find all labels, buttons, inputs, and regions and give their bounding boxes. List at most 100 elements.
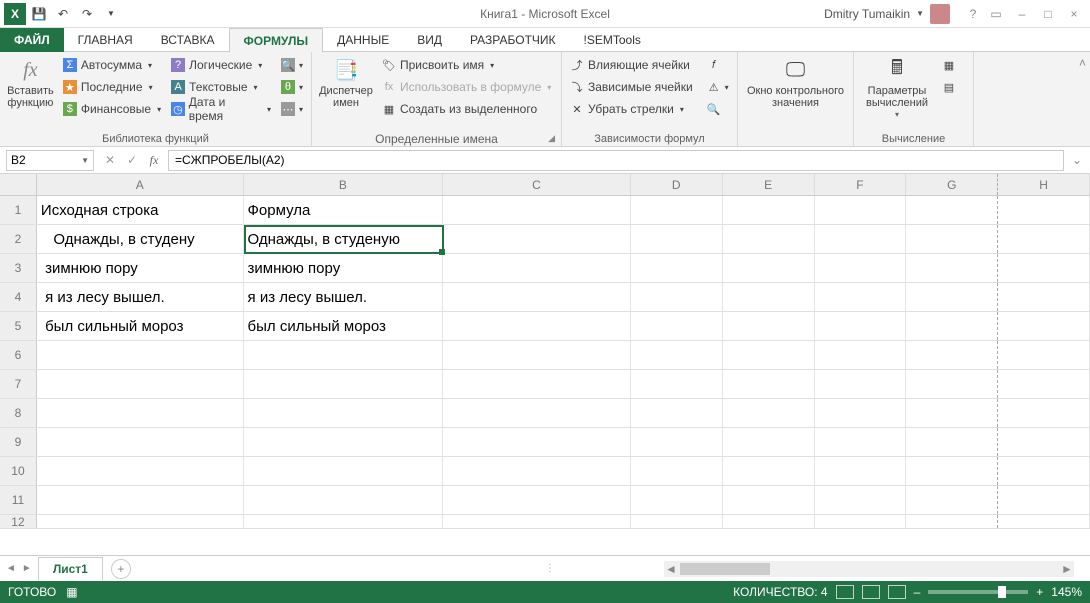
row-header-4[interactable]: 4: [0, 283, 37, 311]
tab-semtools[interactable]: !SEMTools: [570, 28, 655, 52]
cell[interactable]: [37, 428, 244, 456]
cell[interactable]: я из лесу вышел.: [244, 283, 444, 311]
cell[interactable]: [723, 399, 815, 427]
cell[interactable]: [723, 370, 815, 398]
cell[interactable]: [37, 486, 244, 514]
cancel-formula-icon[interactable]: ✕: [100, 150, 120, 170]
cell[interactable]: [998, 341, 1090, 369]
cell[interactable]: [244, 515, 444, 528]
show-formulas-button[interactable]: 𝑓: [703, 54, 733, 76]
cell[interactable]: Однажды, в студену: [37, 225, 244, 253]
tab-formulas[interactable]: ФОРМУЛЫ: [229, 28, 324, 52]
cell[interactable]: [815, 225, 907, 253]
cell[interactable]: [244, 370, 444, 398]
cell[interactable]: [906, 283, 998, 311]
add-sheet-button[interactable]: +: [111, 559, 131, 579]
cell[interactable]: [631, 486, 723, 514]
accept-formula-icon[interactable]: ✓: [122, 150, 142, 170]
cell[interactable]: [244, 457, 444, 485]
insert-fx-icon[interactable]: fx: [144, 150, 164, 170]
cell[interactable]: [631, 196, 723, 224]
view-page-break-icon[interactable]: [888, 585, 906, 599]
cell[interactable]: [631, 225, 723, 253]
view-normal-icon[interactable]: [836, 585, 854, 599]
cell[interactable]: [906, 486, 998, 514]
tab-developer[interactable]: РАЗРАБОТЧИК: [456, 28, 570, 52]
cell[interactable]: [631, 283, 723, 311]
cell[interactable]: [906, 312, 998, 340]
cell[interactable]: я из лесу вышел.: [37, 283, 244, 311]
cell[interactable]: [815, 428, 907, 456]
cell[interactable]: [631, 515, 723, 528]
cell[interactable]: [723, 225, 815, 253]
horizontal-scrollbar[interactable]: ◄ ►: [664, 561, 1074, 577]
row-header-12[interactable]: 12: [0, 515, 37, 528]
cell[interactable]: [998, 254, 1090, 282]
cell[interactable]: [244, 486, 444, 514]
row-header-2[interactable]: 2: [0, 225, 37, 253]
cell[interactable]: [443, 486, 631, 514]
col-header-H[interactable]: H: [998, 174, 1090, 195]
name-box-dropdown-icon[interactable]: ▼: [81, 156, 89, 165]
financial-button[interactable]: $Финансовые▾: [59, 98, 165, 120]
cell[interactable]: [998, 312, 1090, 340]
cell[interactable]: [815, 196, 907, 224]
col-header-D[interactable]: D: [631, 174, 723, 195]
cell[interactable]: [815, 515, 907, 528]
tab-data[interactable]: ДАННЫЕ: [323, 28, 403, 52]
maximize-icon[interactable]: □: [1036, 5, 1060, 23]
name-manager-button[interactable]: 📑 Диспетчер имен: [316, 54, 376, 111]
redo-icon[interactable]: ↷: [76, 3, 98, 25]
row-header-5[interactable]: 5: [0, 312, 37, 340]
cell[interactable]: [998, 486, 1090, 514]
expand-icon[interactable]: ◢: [548, 133, 555, 144]
col-header-G[interactable]: G: [906, 174, 998, 195]
zoom-out-icon[interactable]: –: [914, 585, 921, 599]
cell[interactable]: [815, 457, 907, 485]
undo-icon[interactable]: ↶: [52, 3, 74, 25]
cell[interactable]: [723, 486, 815, 514]
avatar[interactable]: [930, 4, 950, 24]
cell[interactable]: [998, 225, 1090, 253]
scroll-left-icon[interactable]: ◄: [664, 562, 678, 576]
scrollbar-thumb[interactable]: [680, 563, 770, 575]
cell[interactable]: Формула: [244, 196, 444, 224]
cell[interactable]: [906, 341, 998, 369]
tab-home[interactable]: ГЛАВНАЯ: [64, 28, 147, 52]
cell[interactable]: [443, 370, 631, 398]
user-name[interactable]: Dmitry Tumaikin: [824, 7, 910, 21]
col-header-B[interactable]: B: [244, 174, 444, 195]
create-from-selection-button[interactable]: ▦Создать из выделенного: [378, 98, 555, 120]
col-header-C[interactable]: C: [443, 174, 631, 195]
cell[interactable]: [443, 312, 631, 340]
cell[interactable]: Однажды, в студеную: [244, 225, 444, 253]
insert-function-button[interactable]: fx Вставить функцию: [4, 54, 57, 111]
cell[interactable]: [723, 515, 815, 528]
cell[interactable]: зимнюю пору: [244, 254, 444, 282]
zoom-slider[interactable]: [928, 590, 1028, 594]
cell[interactable]: [443, 399, 631, 427]
autosum-button[interactable]: ΣАвтосумма▾: [59, 54, 165, 76]
cell[interactable]: [37, 341, 244, 369]
math-button[interactable]: θ▾: [277, 76, 307, 98]
collapse-ribbon-icon[interactable]: ˄: [1075, 52, 1090, 146]
assign-name-button[interactable]: 🏷Присвоить имя▾: [378, 54, 555, 76]
row-header-8[interactable]: 8: [0, 399, 37, 427]
cell[interactable]: [443, 196, 631, 224]
cell[interactable]: [723, 283, 815, 311]
remove-arrows-button[interactable]: ✕Убрать стрелки▾: [566, 98, 697, 120]
cell[interactable]: [37, 399, 244, 427]
cell[interactable]: [244, 399, 444, 427]
row-header-1[interactable]: 1: [0, 196, 37, 224]
cell[interactable]: [244, 428, 444, 456]
close-icon[interactable]: ×: [1062, 5, 1086, 23]
cell[interactable]: [998, 457, 1090, 485]
cell[interactable]: [815, 399, 907, 427]
cell[interactable]: [906, 196, 998, 224]
row-header-10[interactable]: 10: [0, 457, 37, 485]
cell[interactable]: [443, 341, 631, 369]
cell[interactable]: [443, 254, 631, 282]
cell[interactable]: [815, 370, 907, 398]
sheet-tab[interactable]: Лист1: [38, 557, 103, 580]
first-sheet-icon[interactable]: ◄: [6, 563, 16, 574]
